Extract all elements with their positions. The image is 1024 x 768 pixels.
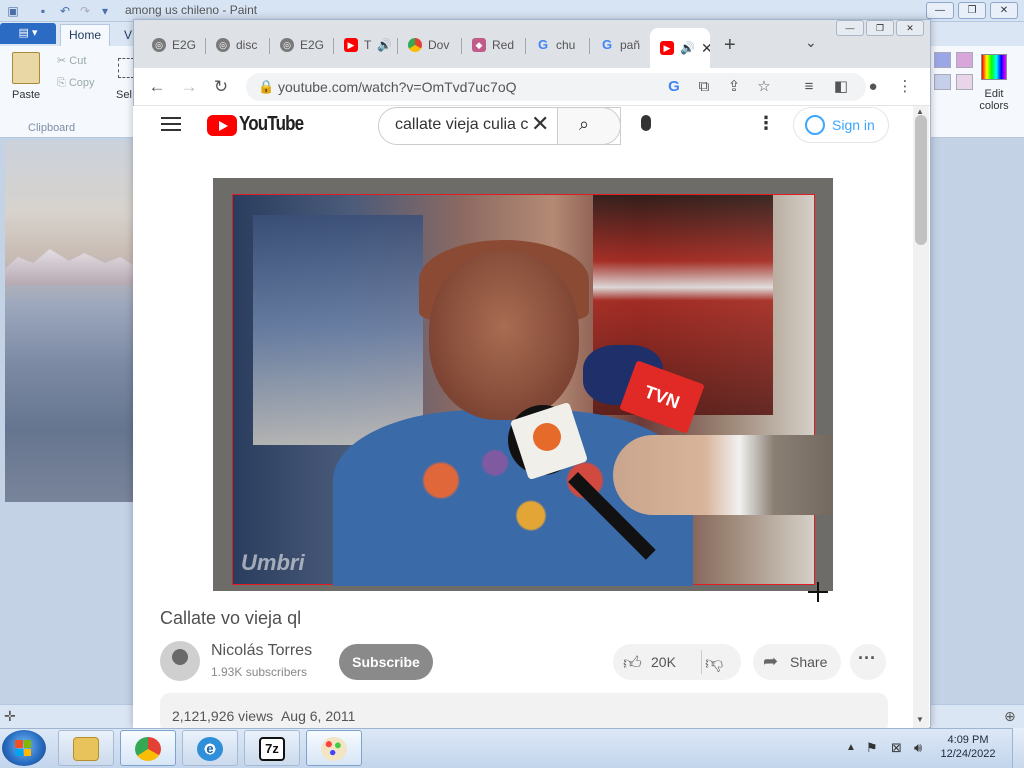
microphone-icon[interactable] — [641, 115, 651, 131]
share-label[interactable]: Share — [790, 654, 827, 670]
paint-app-icon[interactable]: ▣ — [6, 4, 20, 18]
show-hidden-icons-icon[interactable]: ▲ — [846, 742, 856, 753]
scroll-down-arrow[interactable]: ▼ — [916, 715, 924, 724]
cut-label: Cut — [69, 55, 87, 67]
video-player[interactable]: TVN Umbri — [213, 178, 833, 591]
video-title: Callate vo vieja ql — [160, 608, 302, 628]
dislike-icon[interactable]: 👎︎ — [705, 652, 723, 674]
subscribe-button[interactable]: Subscribe — [339, 644, 433, 680]
save-icon[interactable]: ▪ — [36, 4, 50, 18]
palette-swatch[interactable] — [956, 74, 973, 90]
undo-icon[interactable]: ↶ — [58, 4, 72, 18]
search-query-text[interactable]: callate vieja culia c — [395, 116, 535, 134]
upload-date: Aug 6, 2011 — [280, 708, 356, 724]
select-tool-icon[interactable] — [118, 58, 134, 78]
video-reporter-hand — [613, 435, 833, 515]
zoom-icon[interactable]: ⊕ — [1004, 708, 1016, 725]
crosshair-cursor-icon — [808, 582, 828, 602]
chrome-icon — [135, 737, 161, 761]
like-count[interactable]: 20K — [651, 654, 676, 670]
cursor-position-icon: ✛ — [4, 708, 16, 724]
system-clock[interactable]: 4:09 PM 12/24/2022 — [938, 733, 998, 761]
paint-window-title: among us chileno - Paint — [125, 3, 258, 17]
clock-date: 12/24/2022 — [940, 748, 996, 760]
share-icon[interactable]: ➦ — [763, 651, 778, 672]
edit-colors-label[interactable]: Edit colors — [978, 88, 1010, 112]
windows-logo-icon — [15, 740, 31, 756]
customize-quick-access-icon[interactable]: ▾ — [98, 4, 112, 18]
subscriber-count: 1.93K subscribers — [211, 665, 308, 679]
cut-button[interactable]: ✂ Cut — [57, 54, 86, 67]
channel-avatar[interactable] — [160, 641, 200, 681]
palette-swatch[interactable] — [956, 52, 973, 68]
clock-time: 4:09 PM — [947, 734, 989, 746]
menu-icon[interactable] — [161, 117, 181, 131]
view-count: 2,121,926 views — [172, 708, 274, 724]
video-frame: TVN Umbri — [232, 194, 833, 586]
channel-name[interactable]: Nicolás Torres — [211, 642, 312, 660]
show-desktop-button[interactable] — [1012, 728, 1024, 768]
edit-colors-icon[interactable] — [981, 54, 1007, 80]
network-icon[interactable]: ⊠ — [891, 740, 902, 756]
sign-in-label[interactable]: Sign in — [832, 117, 875, 133]
color-palette — [934, 52, 978, 118]
copy-label: Copy — [68, 77, 95, 89]
more-options-icon[interactable]: ⋮ — [757, 113, 775, 134]
paint-tab-view[interactable]: V — [124, 28, 132, 42]
paste-button-label[interactable]: Paste — [12, 89, 40, 101]
video-shelf-background — [253, 215, 423, 445]
video-watermark: Umbri — [241, 550, 305, 575]
youtube-page: ▲ ▼ YouTube callate vieja culia c ✕ ⌕ ⋮ … — [133, 19, 931, 728]
palette-swatch[interactable] — [934, 74, 951, 90]
paint-canvas-image[interactable] — [5, 140, 133, 502]
paint-file-menu-button[interactable]: ▤ ▾ — [0, 23, 56, 44]
copy-button[interactable]: ⎘ Copy — [57, 77, 95, 90]
volume-icon[interactable]: 🔊︎ — [914, 740, 922, 756]
7zip-icon: 7z — [259, 737, 285, 761]
like-icon[interactable]: 👍︎ — [623, 652, 642, 674]
scrollbar-thumb[interactable] — [915, 115, 927, 245]
account-icon[interactable] — [805, 115, 825, 135]
youtube-logo-icon[interactable] — [207, 115, 237, 136]
clear-search-icon[interactable]: ✕ — [531, 111, 549, 137]
video-woman-face — [429, 250, 579, 420]
palette-swatch[interactable] — [934, 52, 951, 68]
youtube-wordmark[interactable]: YouTube — [239, 113, 304, 136]
search-icon[interactable]: ⌕ — [579, 114, 589, 135]
paste-icon[interactable] — [12, 52, 40, 84]
video-mic-logo — [533, 423, 561, 451]
ie-icon: e — [197, 737, 223, 761]
paint-tab-home[interactable]: Home — [60, 24, 110, 46]
view-count-and-date: 2,121,926 views Aug 6, 2011 — [172, 708, 355, 724]
like-divider — [701, 650, 702, 674]
paint-minimize-button[interactable]: — — [926, 2, 954, 19]
paint-close-button[interactable]: ✕ — [990, 2, 1018, 19]
clipboard-group-label: Clipboard — [28, 122, 76, 134]
more-horizontal-icon[interactable]: ··· — [858, 648, 876, 669]
paint-restore-button[interactable]: ❐ — [958, 2, 986, 19]
folder-icon — [73, 737, 99, 761]
paint-icon — [321, 737, 347, 761]
redo-icon[interactable]: ↷ — [78, 4, 92, 18]
select-tool-label[interactable]: Sel — [116, 89, 132, 101]
action-center-flag-icon[interactable]: ⚑ — [866, 740, 878, 756]
